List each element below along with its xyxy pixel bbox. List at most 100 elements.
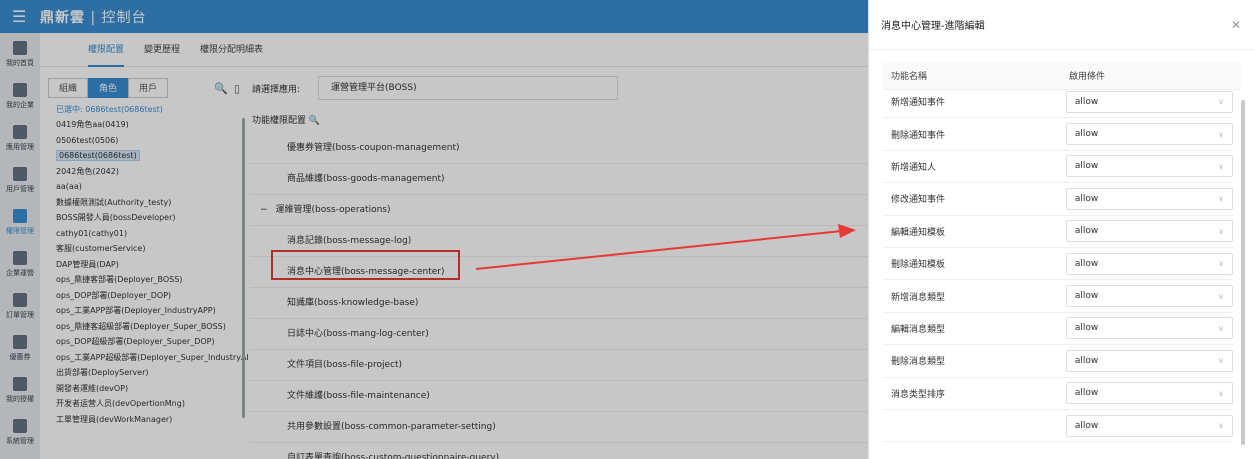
role-item[interactable]: 工單管理員(devWorkManager) [56,412,248,428]
condition-select[interactable]: allow ∨ [1065,123,1233,146]
tab-0[interactable]: 權限配置 [88,33,125,67]
role-item[interactable]: ops_鼎捷客超級部署(Deployer_Super_BOSS) [56,319,248,335]
role-label: ops_鼎捷客超級部署(Deployer_Super_BOSS) [56,321,226,331]
app-selector-label: 請選擇應用: [252,84,301,95]
condition-select[interactable]: allow ∨ [1065,382,1233,405]
highlight-box [271,250,460,280]
nav-icon [13,82,27,97]
role-item[interactable]: 數據權限測試(Authority_testy) [56,195,248,211]
tab-2[interactable]: 權限分配明細表 [200,33,263,67]
chevron-down-icon: ∨ [1218,323,1224,333]
function-item[interactable]: − 運維管理(boss-operations) [250,195,868,226]
role-item[interactable]: 0419角色aa(0419) [56,117,248,133]
app-selector-row: 請選擇應用: 運營管理平台(BOSS) [250,67,868,109]
role-label: 出貨部署(DeployServer) [56,368,149,377]
advanced-edit-drawer: 消息中心管理-進階編輯 ✕ 功能名稱 啟用條件 新增通知事件 allow ∨ 刪除通知… [868,0,1255,459]
condition-select[interactable]: allow ∨ [1065,349,1233,372]
function-item[interactable]: 自訂表單查詢(boss-custom-questionnaire-query) [250,443,868,459]
role-item[interactable]: ops_工業APP部署(Deployer_IndustryAPP) [56,303,248,319]
condition-value: allow [1074,355,1099,366]
nav-item-3[interactable]: 用戶管理 [0,159,40,201]
copy-icon[interactable]: ▯ [234,82,240,95]
role-label: ops_鼎捷客部署(Deployer_BOSS) [56,275,183,284]
nav-item-9[interactable]: 系統管理 [0,411,40,453]
role-item[interactable]: 客服(customerService) [56,241,248,257]
role-item[interactable]: 0506test(0506) [56,133,248,149]
search-icon[interactable]: 🔍 [309,116,320,126]
nav-item-1[interactable]: 我的企業 [0,75,40,117]
nav-icon [13,292,27,307]
permission-row: 新增消息類型 allow ∨ [883,280,1233,313]
permission-row: 編輯通知模板 allow ∨ [883,216,1233,248]
nav-item-5[interactable]: 企業運營 [0,243,40,285]
role-item[interactable]: 0686test(0686test) [56,148,248,164]
menu-icon[interactable]: ☰ [12,7,34,26]
function-item[interactable]: 文件維護(boss-file-maintenance) [250,381,868,412]
top-bar: ☰ 鼎新雲 | 控制台 [0,0,868,33]
role-item[interactable]: ops_工業APP超級部署(Deployer_Super_IndustryAPP… [56,350,248,366]
condition-select[interactable]: allow ∨ [1065,90,1233,113]
role-item[interactable]: 开发者运营人员(devOpertionMng) [56,396,248,412]
segment-0[interactable]: 組織 [48,78,89,98]
app-selector[interactable]: 運營管理平台(BOSS) [318,76,619,100]
function-item[interactable]: 商品維護(boss-goods-management) [250,164,868,195]
function-item[interactable]: 優惠券管理(boss-coupon-management) [250,133,868,164]
role-list: 0419角色aa(0419) 0506test(0506) 0686test(068… [56,117,248,427]
segment-1[interactable]: 角色 [88,78,129,98]
function-label: 商品維護(boss-goods-management) [287,174,445,184]
nav-item-6[interactable]: 訂單管理 [0,285,40,327]
nav-item-2[interactable]: 應用管理 [0,117,40,159]
role-item[interactable]: ops_DOP部署(Deployer_DOP) [56,288,248,304]
condition-value: allow [1074,323,1099,334]
nav-item-4[interactable]: 權限管理 [0,201,40,243]
function-item[interactable]: 文件項目(boss-file-project) [250,350,868,381]
function-item[interactable]: 共用參數設置(boss-common-parameter-setting) [250,412,868,443]
role-label: BOSS開發人員(bossDeveloper) [56,213,176,222]
close-icon[interactable]: ✕ [1231,18,1241,32]
permission-row: 刪除消息類型 allow ∨ [883,345,1233,378]
condition-select[interactable]: allow ∨ [1065,155,1233,178]
condition-select[interactable]: allow ∨ [1065,317,1233,340]
condition-value: allow [1074,258,1099,269]
role-item[interactable]: cathy01(cathy01) [56,226,248,242]
condition-select[interactable]: allow ∨ [1065,252,1233,275]
nav-icon [13,124,27,139]
permission-row: 新增通知人 allow ∨ [883,151,1233,184]
nav-label: 我的首頁 [6,58,34,67]
nav-item-7[interactable]: 優惠券 [0,327,40,369]
role-item[interactable]: BOSS開發人員(bossDeveloper) [56,210,248,226]
tab-1[interactable]: 變更歷程 [144,33,180,67]
role-label: ops_DOP超級部署(Deployer_Super_DOP) [56,337,215,346]
segment-2[interactable]: 用戶 [128,78,169,98]
condition-select[interactable]: allow ∨ [1065,187,1233,210]
role-item[interactable]: 2042角色(2042) [56,164,248,180]
condition-select[interactable]: allow ∨ [1065,220,1233,243]
role-list-scrollbar[interactable] [242,118,245,418]
condition-select[interactable]: allow ∨ [1065,285,1233,308]
role-item[interactable]: 開發者運維(devOP) [56,381,248,397]
role-item[interactable]: ops_DOP超級部署(Deployer_Super_DOP) [56,334,248,350]
drawer-scrollbar[interactable] [1241,100,1245,445]
function-label: 運維管理(boss-operations) [275,205,391,215]
collapse-icon[interactable]: − [260,205,268,215]
search-icon[interactable]: 🔍 [214,82,228,95]
drawer-title: 消息中心管理-進階編輯 [881,21,985,32]
role-item[interactable]: ops_鼎捷客部署(Deployer_BOSS) [56,272,248,288]
role-label: 0506test(0506) [56,135,119,145]
condition-select[interactable]: allow ∨ [1065,414,1233,437]
chevron-down-icon: ∨ [1218,97,1224,107]
role-item[interactable]: DAP管理員(DAP) [56,257,248,273]
function-label: 日誌中心(boss-mang-log-center) [287,329,429,339]
role-item[interactable]: 出貨部署(DeployServer) [56,365,248,381]
permission-name: 編輯消息類型 [891,324,946,335]
nav-item-8[interactable]: 我的授權 [0,369,40,411]
permission-row: 刪除通知事件 allow ∨ [883,118,1233,151]
role-item[interactable]: aa(aa) [56,179,248,195]
condition-value: allow [1074,96,1099,107]
function-label: 文件項目(boss-file-project) [287,360,403,370]
nav-item-0[interactable]: 我的首頁 [0,33,40,75]
function-item[interactable]: 日誌中心(boss-mang-log-center) [250,319,868,350]
nav-icon [13,376,27,391]
function-item[interactable]: 知識庫(boss-knowledge-base) [250,288,868,319]
function-list: 優惠券管理(boss-coupon-management) 商品維護(boss-g… [250,133,868,459]
